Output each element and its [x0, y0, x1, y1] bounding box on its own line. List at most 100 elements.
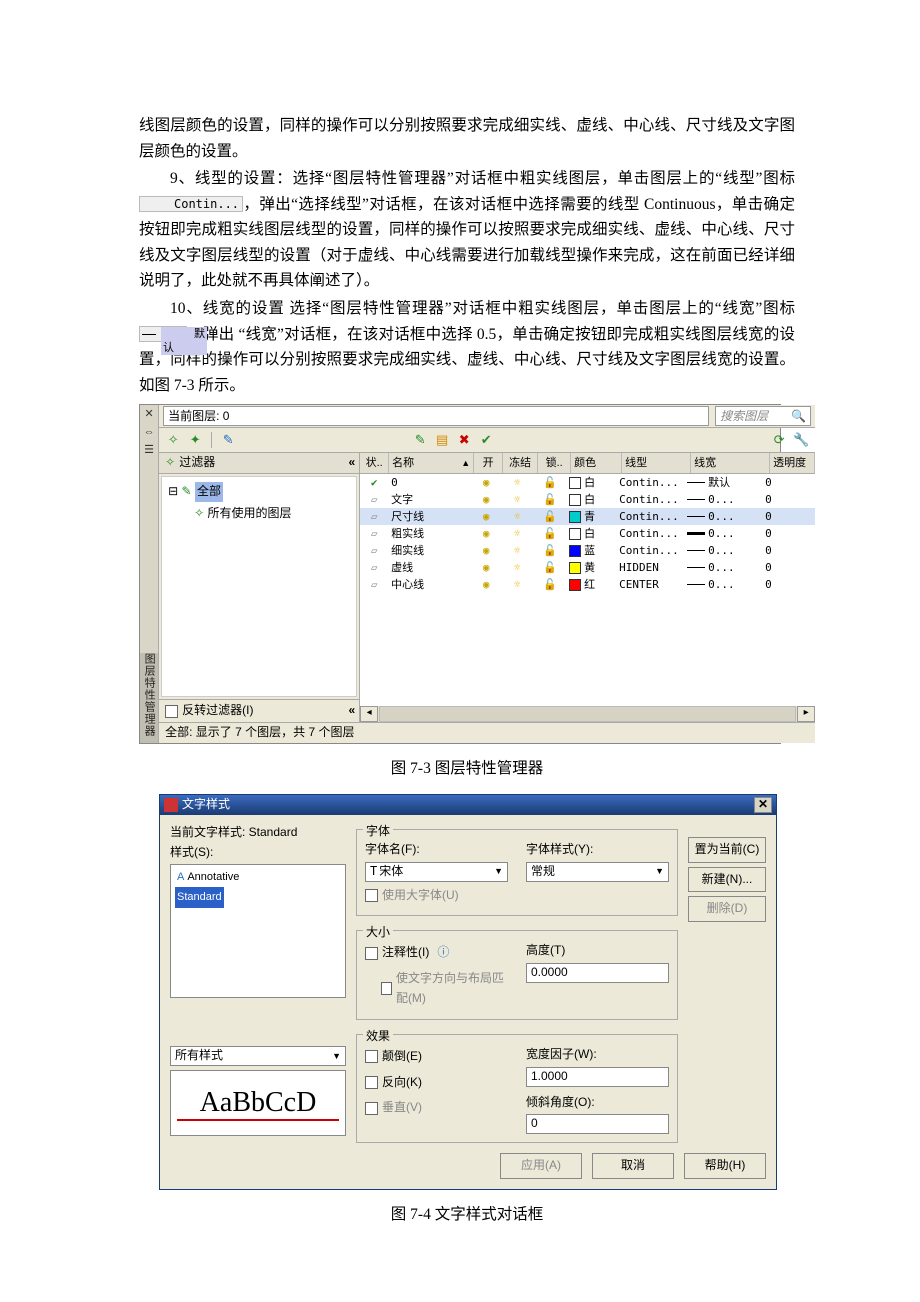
- layer-name[interactable]: 文字: [388, 491, 472, 508]
- new-filter-icon[interactable]: ▤: [434, 432, 450, 448]
- linetype-cell[interactable]: Contin...: [616, 542, 684, 559]
- backwards-checkbox[interactable]: [365, 1076, 378, 1089]
- transparency-cell[interactable]: 0: [762, 542, 806, 559]
- table-row[interactable]: ▱细实线◉☼🔓蓝Contin... 0...0: [360, 542, 815, 559]
- delete-layer-icon[interactable]: ✖: [456, 432, 472, 448]
- search-input[interactable]: 搜索图层 🔍: [715, 406, 811, 426]
- linetype-cell[interactable]: Contin...: [616, 508, 684, 525]
- col-state[interactable]: 状..: [360, 453, 389, 473]
- info-icon[interactable]: ⓘ: [437, 943, 449, 963]
- set-current-icon[interactable]: ✎: [412, 432, 428, 448]
- list-item[interactable]: Standard: [175, 887, 224, 907]
- color-cell[interactable]: 白: [566, 491, 616, 508]
- oblique-input[interactable]: 0: [526, 1114, 669, 1134]
- linetype-cell[interactable]: HIDDEN: [616, 559, 684, 576]
- list-item[interactable]: AAnnotative: [175, 867, 341, 887]
- collapse-filter-icon[interactable]: «: [348, 453, 353, 473]
- new-button[interactable]: 新建(N)...: [688, 867, 766, 893]
- freeze-icon[interactable]: ☼: [500, 542, 534, 559]
- table-row[interactable]: ▱文字◉☼🔓白Contin... 0...0: [360, 491, 815, 508]
- transparency-cell[interactable]: 0: [762, 508, 806, 525]
- color-cell[interactable]: 红: [566, 576, 616, 593]
- set-current-button[interactable]: 置为当前(C): [688, 837, 766, 863]
- filter-all[interactable]: 全部: [195, 482, 223, 502]
- layer-name[interactable]: 粗实线: [388, 525, 472, 542]
- refresh-icon[interactable]: ⟳: [771, 432, 787, 448]
- help-button[interactable]: 帮助(H): [684, 1153, 766, 1179]
- col-transparency[interactable]: 透明度: [770, 453, 815, 473]
- color-cell[interactable]: 蓝: [566, 542, 616, 559]
- collapse-filter-icon-2[interactable]: «: [348, 701, 353, 721]
- freeze-icon[interactable]: ☼: [500, 491, 534, 508]
- col-freeze[interactable]: 冻结: [503, 453, 538, 473]
- style-filter-select[interactable]: 所有样式 ▼: [170, 1046, 346, 1066]
- col-linetype[interactable]: 线型: [622, 453, 691, 473]
- lineweight-cell[interactable]: 0...: [684, 559, 762, 576]
- on-icon[interactable]: ◉: [472, 542, 500, 559]
- col-lock[interactable]: 锁..: [538, 453, 571, 473]
- layer-name[interactable]: 中心线: [388, 576, 472, 593]
- table-row[interactable]: ✔0◉☼🔓白Contin... 默认0: [360, 474, 815, 491]
- table-row[interactable]: ▱粗实线◉☼🔓白Contin... 0...0: [360, 525, 815, 542]
- transparency-cell[interactable]: 0: [762, 525, 806, 542]
- freeze-icon[interactable]: ☼: [500, 576, 534, 593]
- transparency-cell[interactable]: 0: [762, 491, 806, 508]
- menu-icon[interactable]: ☰: [142, 443, 156, 457]
- col-lineweight[interactable]: 线宽: [691, 453, 770, 473]
- new-layer-icon[interactable]: ✧: [165, 432, 181, 448]
- styles-listbox[interactable]: AAnnotativeStandard: [170, 864, 346, 998]
- on-icon[interactable]: ◉: [472, 508, 500, 525]
- font-style-select[interactable]: 常规 ▼: [526, 862, 669, 882]
- pin-icon[interactable]: ⇔: [142, 425, 156, 439]
- freeze-icon[interactable]: ☼: [500, 525, 534, 542]
- on-icon[interactable]: ◉: [472, 525, 500, 542]
- on-icon[interactable]: ◉: [472, 576, 500, 593]
- h-scrollbar[interactable]: ◂ ▸: [360, 706, 815, 722]
- cancel-button[interactable]: 取消: [592, 1153, 674, 1179]
- title-bar[interactable]: 文字样式 ✕: [160, 795, 776, 815]
- col-color[interactable]: 颜色: [571, 453, 622, 473]
- upside-down-checkbox[interactable]: [365, 1050, 378, 1063]
- font-name-select[interactable]: T 宋体 ▼: [365, 862, 508, 882]
- transparency-cell[interactable]: 0: [762, 559, 806, 576]
- lineweight-cell[interactable]: 0...: [684, 525, 762, 542]
- lock-icon[interactable]: 🔓: [534, 474, 566, 491]
- layer-states-icon[interactable]: ✎: [220, 432, 236, 448]
- freeze-icon[interactable]: ☼: [500, 559, 534, 576]
- transparency-cell[interactable]: 0: [762, 576, 806, 593]
- lock-icon[interactable]: 🔓: [534, 508, 566, 525]
- on-icon[interactable]: ◉: [472, 474, 500, 491]
- lineweight-cell[interactable]: 默认: [684, 474, 762, 491]
- table-row[interactable]: ▱中心线◉☼🔓红CENTER 0...0: [360, 576, 815, 593]
- scroll-left-icon[interactable]: ◂: [360, 706, 378, 722]
- table-header[interactable]: 状.. 名称▲ 开 冻结 锁.. 颜色 线型 线宽 透明度: [360, 453, 815, 474]
- settings-icon[interactable]: 🔧: [793, 432, 809, 448]
- color-cell[interactable]: 青: [566, 508, 616, 525]
- close-icon[interactable]: ✕: [142, 407, 156, 421]
- lock-icon[interactable]: 🔓: [534, 576, 566, 593]
- filter-used[interactable]: 所有使用的图层: [208, 506, 292, 520]
- color-cell[interactable]: 白: [566, 474, 616, 491]
- lock-icon[interactable]: 🔓: [534, 559, 566, 576]
- filter-tree[interactable]: ⊟ ✎ 全部 ✧ 所有使用的图层: [161, 476, 357, 697]
- color-cell[interactable]: 白: [566, 525, 616, 542]
- new-layer-vp-icon[interactable]: ✦: [187, 432, 203, 448]
- layer-name[interactable]: 虚线: [388, 559, 472, 576]
- lineweight-cell[interactable]: 0...: [684, 576, 762, 593]
- layer-name[interactable]: 尺寸线: [388, 508, 472, 525]
- linetype-cell[interactable]: Contin...: [616, 474, 684, 491]
- on-icon[interactable]: ◉: [472, 491, 500, 508]
- lineweight-cell[interactable]: 0...: [684, 491, 762, 508]
- lock-icon[interactable]: 🔓: [534, 525, 566, 542]
- layer-name[interactable]: 细实线: [388, 542, 472, 559]
- col-name[interactable]: 名称▲: [389, 453, 474, 473]
- apply-icon[interactable]: ✔: [478, 432, 494, 448]
- table-row[interactable]: ▱虚线◉☼🔓黄HIDDEN 0...0: [360, 559, 815, 576]
- on-icon[interactable]: ◉: [472, 559, 500, 576]
- height-input[interactable]: 0.0000: [526, 963, 669, 983]
- lineweight-cell[interactable]: 0...: [684, 542, 762, 559]
- width-factor-input[interactable]: 1.0000: [526, 1067, 669, 1087]
- invert-filter-checkbox[interactable]: [165, 705, 178, 718]
- color-cell[interactable]: 黄: [566, 559, 616, 576]
- palette-title-bar[interactable]: ✕ ⇔ ☰ 图层特性管理器: [140, 405, 159, 743]
